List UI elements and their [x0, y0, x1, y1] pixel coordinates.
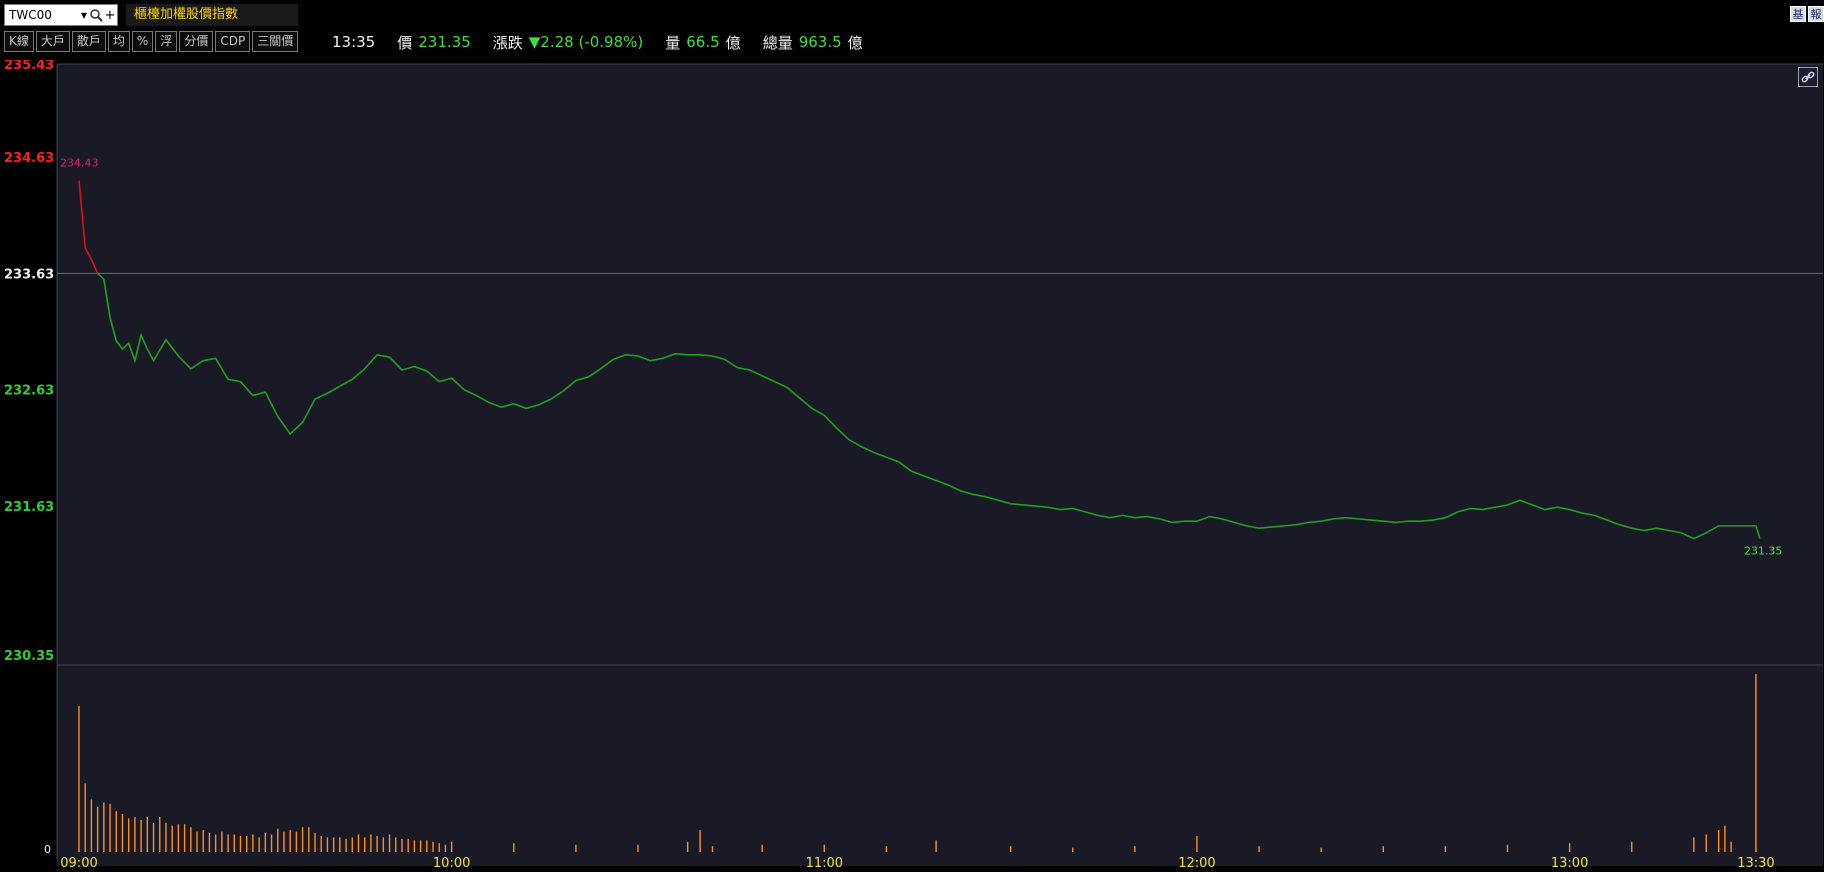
link-icon-glyph: [1801, 71, 1815, 83]
link-icon[interactable]: [1798, 67, 1818, 87]
x-tick-label: 12:00: [1178, 856, 1215, 871]
change-label: 漲跌: [492, 33, 523, 52]
toolbar-button-cdp[interactable]: CDP: [215, 31, 251, 52]
top-bar: TWC00 ▼ + 櫃檯加權股價指數 基 報: [0, 0, 1824, 28]
chevron-down-icon[interactable]: ▼: [79, 11, 89, 20]
search-icon[interactable]: [89, 6, 103, 24]
plus-icon[interactable]: +: [103, 6, 117, 24]
chart-toolbar: K線 大戶 散戶 均 % 浮 分價 CDP 三關價: [4, 31, 299, 52]
price-label: 價: [397, 33, 413, 52]
volume-axis-label: 0: [44, 843, 51, 856]
search-icon-glyph: [89, 8, 103, 22]
y-tick-label: 231.63: [4, 500, 54, 515]
symbol-input[interactable]: TWC00 ▼ +: [4, 4, 118, 26]
toolbar-button-float[interactable]: 浮: [155, 31, 178, 52]
price-axis: 235.43 234.63 233.63 232.63 231.63 230.35 0: [4, 60, 54, 856]
y-tick-label: 232.63: [4, 384, 54, 399]
x-tick-label: 11:00: [806, 856, 843, 871]
y-tick-label: 235.43: [4, 60, 54, 73]
index-name: 櫃檯加權股價指數: [126, 4, 298, 26]
volume-unit: 億: [725, 33, 741, 52]
total-volume-unit: 億: [847, 33, 863, 52]
open-price-label: 234.43: [60, 156, 99, 169]
y-tick-label: 233.63: [4, 267, 54, 282]
last-price-label: 231.35: [1744, 545, 1783, 558]
plot-background: [57, 64, 1823, 866]
quote-line: 13:35 價 231.35 漲跌 ▼2.28 (-0.98%) 量 66.5 …: [332, 31, 863, 53]
toolbar-button-big-holders[interactable]: 大戶: [35, 31, 70, 52]
toolbar-button-kline[interactable]: K線: [4, 31, 34, 52]
x-tick-label: 10:00: [433, 856, 470, 871]
total-volume-label: 總量: [762, 33, 793, 52]
x-tick-label: 13:00: [1551, 856, 1588, 871]
toolbar-button-percent[interactable]: %: [131, 31, 154, 52]
x-tick-label: 09:00: [60, 856, 97, 871]
corner-button-report[interactable]: 報: [1808, 6, 1824, 22]
y-tick-label: 234.63: [4, 151, 54, 166]
corner-button-basic[interactable]: 基: [1790, 6, 1806, 22]
volume-value: 66.5: [686, 33, 720, 51]
y-tick-label: 230.35: [4, 649, 54, 664]
toolbar-button-average[interactable]: 均: [107, 31, 130, 52]
quote-time: 13:35: [332, 33, 376, 51]
total-volume-value: 963.5: [798, 33, 842, 51]
toolbar-button-retail[interactable]: 散戶: [71, 31, 106, 52]
corner-buttons: 基 報: [1790, 6, 1824, 22]
symbol-text: TWC00: [9, 8, 52, 22]
price-value: 231.35: [418, 33, 471, 51]
intraday-chart: 235.43 234.63 233.63 232.63 231.63 230.35 0 09…: [4, 60, 1823, 871]
change-value: ▼2.28 (-0.98%): [528, 33, 644, 51]
x-tick-label: 13:30: [1737, 856, 1774, 871]
toolbar-button-three-levels[interactable]: 三關價: [252, 31, 299, 52]
toolbar-button-price-distribution[interactable]: 分價: [179, 31, 214, 52]
volume-label: 量: [665, 33, 681, 52]
